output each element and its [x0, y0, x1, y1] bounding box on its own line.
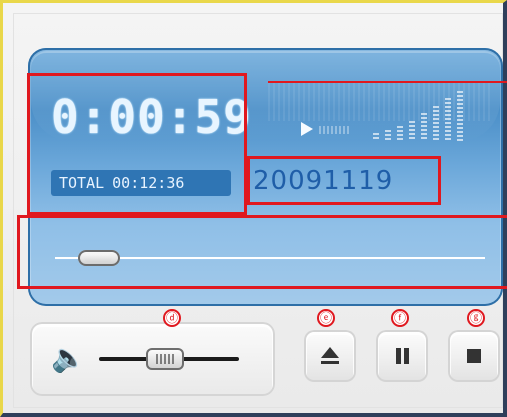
callout-f: ⓕ	[391, 309, 409, 327]
equalizer-bar	[385, 130, 391, 141]
equalizer-bar	[397, 126, 403, 141]
pause-icon-bar	[404, 348, 409, 364]
play-indicator-dots	[319, 126, 349, 134]
stop-icon	[467, 349, 481, 363]
player-window: 0:00:59 TOTAL 00:12:36 20091119 🔈 ⓓ ⓔ ⓕ ⓖ	[0, 0, 507, 417]
callout-d: ⓓ	[163, 309, 181, 327]
callout-g: ⓖ	[467, 309, 485, 327]
equalizer-bar	[445, 98, 451, 141]
annotation-time-box	[27, 73, 247, 215]
equalizer-bar	[373, 133, 379, 141]
volume-knob[interactable]	[146, 348, 184, 370]
eject-icon-bar	[321, 361, 339, 364]
pause-icon	[396, 348, 401, 364]
annotation-track-id-box	[247, 156, 441, 205]
equalizer-bar	[409, 121, 415, 141]
equalizer-bar	[433, 106, 439, 141]
equalizer-visualizer	[373, 91, 485, 141]
speaker-icon[interactable]: 🔈	[51, 343, 86, 373]
stop-button[interactable]	[448, 330, 500, 382]
annotation-seek-box	[17, 215, 507, 289]
play-indicator-icon	[301, 122, 313, 136]
pause-button[interactable]	[376, 330, 428, 382]
callout-e: ⓔ	[317, 309, 335, 327]
equalizer-bar	[457, 91, 463, 141]
equalizer-bar	[421, 113, 427, 141]
annotation-pointer-line	[268, 81, 507, 83]
eject-icon	[321, 347, 339, 358]
volume-slider[interactable]	[99, 348, 239, 370]
eject-button[interactable]	[304, 330, 356, 382]
